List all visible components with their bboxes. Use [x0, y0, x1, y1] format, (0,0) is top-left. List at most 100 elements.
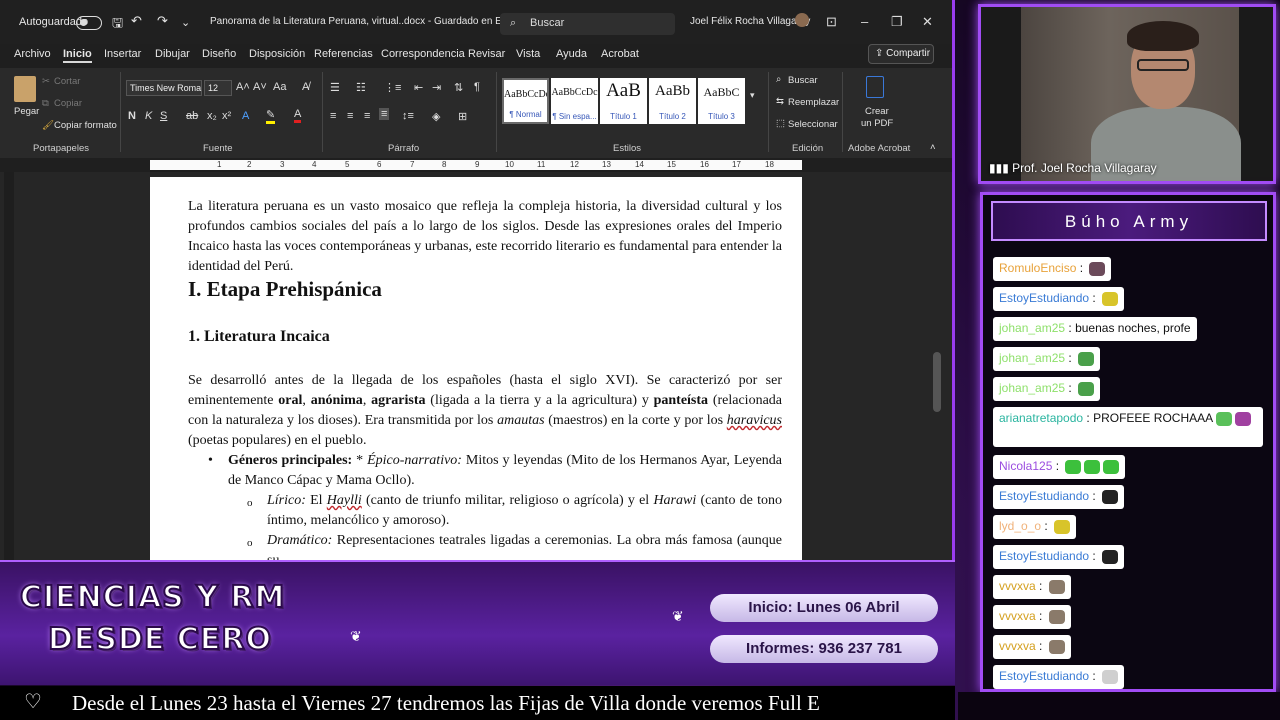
document-title[interactable]: Panorama de la Literatura Peruana, virtu…: [210, 16, 540, 27]
tab-vista[interactable]: Vista: [516, 48, 540, 60]
tab-insertar[interactable]: Insertar: [104, 48, 141, 60]
style-no-spacing[interactable]: AaBbCcDc ¶ Sin espa...: [551, 78, 598, 124]
tab-diseno[interactable]: Diseño: [202, 48, 236, 60]
chat-username[interactable]: vvvxva: [999, 579, 1036, 593]
tab-ayuda[interactable]: Ayuda: [556, 48, 587, 60]
style-heading-2[interactable]: AaBb Título 2: [649, 78, 696, 124]
superscript-icon[interactable]: x²: [222, 110, 231, 122]
replace-label[interactable]: Reemplazar: [788, 97, 839, 108]
chat-username[interactable]: EstoyEstudiando: [999, 549, 1089, 563]
collapse-ribbon-icon[interactable]: ˄: [930, 142, 936, 153]
format-painter-label[interactable]: Copiar formato: [54, 120, 117, 131]
chat-username[interactable]: Nicola125: [999, 459, 1052, 473]
close-icon[interactable]: ✕: [922, 14, 933, 30]
underline-icon[interactable]: S: [160, 110, 167, 122]
paste-icon[interactable]: [14, 76, 36, 102]
align-right-icon[interactable]: ≡: [364, 110, 370, 122]
justify-icon[interactable]: ≡: [379, 108, 390, 120]
show-marks-icon[interactable]: ¶: [474, 81, 480, 93]
search-box[interactable]: ⌕ Buscar: [500, 13, 675, 35]
paste-label[interactable]: Pegar: [14, 106, 39, 117]
create-pdf-icon[interactable]: [866, 76, 884, 98]
chat-username[interactable]: johan_am25: [999, 381, 1065, 395]
font-color-icon[interactable]: A: [294, 108, 302, 123]
text-effects-icon[interactable]: A: [242, 110, 249, 122]
find-label[interactable]: Buscar: [788, 75, 818, 86]
autosave-toggle[interactable]: [76, 16, 102, 30]
borders-icon[interactable]: ⊞: [458, 110, 467, 123]
multilevel-list-icon[interactable]: ⋮≡: [384, 81, 401, 94]
select-label[interactable]: Seleccionar: [788, 119, 838, 130]
chat-username[interactable]: EstoyEstudiando: [999, 489, 1089, 503]
tab-acrobat[interactable]: Acrobat: [601, 48, 639, 60]
chat-username[interactable]: johan_am25: [999, 351, 1065, 365]
decrease-indent-icon[interactable]: ⇤: [414, 81, 423, 94]
shading-icon[interactable]: ◈: [432, 110, 440, 123]
tab-correspondencia[interactable]: Correspondencia: [381, 48, 465, 60]
ribbon-display-icon[interactable]: ⊡: [826, 14, 837, 30]
chat-username[interactable]: vvvxva: [999, 609, 1036, 623]
align-left-icon[interactable]: ≡: [330, 110, 336, 122]
incaica-paragraph[interactable]: Se desarrolló antes de la llegada de los…: [188, 371, 782, 451]
undo-icon[interactable]: ↶: [131, 13, 142, 29]
style-heading-3[interactable]: AaBbC Título 3: [698, 78, 745, 124]
increase-indent-icon[interactable]: ⇥: [432, 81, 441, 94]
generos-bullet[interactable]: Géneros principales: * Épico-narrativo: …: [228, 451, 782, 491]
cut-icon[interactable]: ✂: [42, 76, 50, 87]
heading-etapa-prehispanica[interactable]: I. Etapa Prehispánica: [188, 277, 382, 302]
cut-label[interactable]: Cortar: [54, 76, 80, 87]
tab-referencias[interactable]: Referencias: [314, 48, 373, 60]
save-icon[interactable]: 🖫: [112, 14, 123, 36]
copy-label[interactable]: Copiar: [54, 98, 82, 109]
replace-icon[interactable]: ⇆: [776, 96, 784, 107]
intro-paragraph[interactable]: La literatura peruana es un vasto mosaic…: [188, 197, 782, 277]
vertical-scrollbar[interactable]: [933, 352, 941, 412]
highlight-icon[interactable]: ✎: [266, 108, 276, 124]
select-icon[interactable]: ⬚: [776, 118, 785, 129]
avatar[interactable]: [795, 13, 809, 27]
redo-icon[interactable]: ↷: [157, 13, 168, 29]
chat-username[interactable]: arianatretapodo: [999, 411, 1083, 425]
font-name-select[interactable]: Times New Roma: [126, 80, 202, 96]
find-icon[interactable]: ⌕: [776, 74, 781, 85]
share-button[interactable]: ⇪ Compartir: [868, 44, 934, 64]
italic-icon[interactable]: K: [145, 110, 152, 122]
account-name[interactable]: Joel Félix Rocha Villagaray: [690, 16, 810, 27]
chat-username[interactable]: RomuloEnciso: [999, 261, 1076, 275]
font-size-select[interactable]: 12: [204, 80, 232, 96]
tab-inicio[interactable]: Inicio: [63, 48, 92, 63]
strikethrough-icon[interactable]: ab: [186, 110, 198, 122]
restore-icon[interactable]: ❐: [891, 14, 903, 30]
chat-username[interactable]: johan_am25: [999, 321, 1065, 335]
dramatico-item[interactable]: Dramático: Representaciones teatrales li…: [267, 531, 782, 560]
copy-icon[interactable]: ⧉: [42, 98, 49, 109]
heading-literatura-incaica[interactable]: 1. Literatura Incaica: [188, 328, 330, 346]
tab-revisar[interactable]: Revisar: [468, 48, 505, 60]
chat-username[interactable]: vvvxva: [999, 639, 1036, 653]
bullets-icon[interactable]: ☰: [330, 81, 340, 94]
chat-username[interactable]: EstoyEstudiando: [999, 669, 1089, 683]
shrink-font-icon[interactable]: A˅: [253, 81, 267, 93]
styles-more-icon[interactable]: ▾: [750, 90, 755, 101]
document-canvas[interactable]: La literatura peruana es un vasto mosaic…: [0, 172, 952, 560]
style-heading-1[interactable]: AaB Título 1: [600, 78, 647, 124]
clear-format-icon[interactable]: A̸: [302, 81, 309, 93]
create-pdf-label-2[interactable]: un PDF: [861, 118, 893, 129]
grow-font-icon[interactable]: A˄: [236, 81, 250, 93]
minimize-icon[interactable]: –: [861, 14, 868, 29]
line-spacing-icon[interactable]: ↕≡: [402, 110, 414, 122]
lirico-item[interactable]: Lírico: El Haylli (canto de triunfo mili…: [267, 491, 782, 531]
change-case-icon[interactable]: Aa: [273, 81, 286, 93]
subscript-icon[interactable]: x₂: [207, 110, 217, 122]
create-pdf-label-1[interactable]: Crear: [865, 106, 889, 117]
tab-archivo[interactable]: Archivo: [14, 48, 51, 60]
align-center-icon[interactable]: ≡: [347, 110, 353, 122]
bold-icon[interactable]: N: [128, 110, 136, 122]
sort-icon[interactable]: ⇅: [454, 81, 463, 94]
qat-more-icon[interactable]: ⌄: [181, 16, 190, 29]
chat-username[interactable]: EstoyEstudiando: [999, 291, 1089, 305]
tab-dibujar[interactable]: Dibujar: [155, 48, 190, 60]
tab-disposicion[interactable]: Disposición: [249, 48, 305, 60]
style-normal[interactable]: AaBbCcDc ¶ Normal: [502, 78, 549, 124]
chat-username[interactable]: lyd_o_o: [999, 519, 1041, 533]
